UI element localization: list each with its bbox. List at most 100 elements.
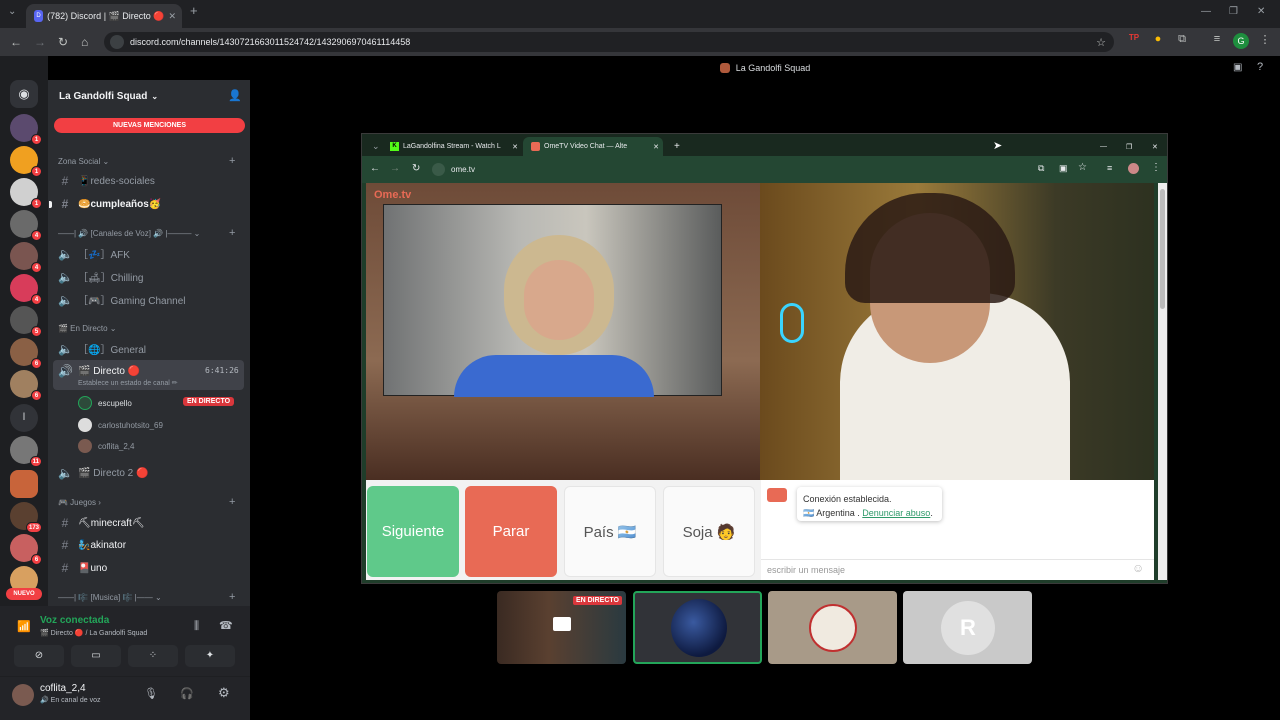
voice-channel-general[interactable]: 🔈 ［🌐］General [58,341,238,357]
signal-icon[interactable]: 📶 [17,620,31,633]
server-icon-1[interactable]: 1 [10,114,42,145]
voice-channel-afk[interactable]: 🔈 ［💤］AFK [58,246,238,262]
camera-off-button[interactable]: ⊘ [14,645,64,667]
noise-suppression-icon[interactable]: ⫼ [194,620,199,633]
stream-tile-carlos[interactable]: R [903,591,1032,664]
server-icon-6[interactable]: 4 [10,274,42,305]
add-channel-icon[interactable]: + [229,227,235,239]
tab-close-icon[interactable]: ✕ [512,143,518,151]
stream-tile-escupello[interactable]: EN DIRECTO [497,591,626,664]
inner-translate-icon[interactable]: ⧉ [1038,163,1044,174]
stream-tile-penguin[interactable] [633,591,762,664]
settings-gear-icon[interactable]: ⚙ [218,685,230,701]
add-channel-icon[interactable]: + [229,496,235,508]
next-button[interactable]: Siguiente [367,486,459,577]
server-icon-11[interactable] [10,470,38,498]
category-games[interactable]: 🎮 Juegos › [58,498,101,507]
stop-button[interactable]: Parar [465,486,557,577]
inner-tab-kick[interactable]: K LaGandolfina Stream - Watch L ✕ [382,137,522,156]
server-icon-2[interactable]: 1 [10,146,42,177]
inner-minimize-icon[interactable]: — [1092,137,1107,156]
inner-menu-icon[interactable]: ⋮ [1151,162,1161,173]
back-icon[interactable]: ← [10,35,22,49]
category-music[interactable]: ——| 🎼 [Musica] 🎼 |—— ⌄ [58,593,162,602]
extension-tp-icon[interactable]: TP [1126,33,1142,49]
emoji-icon[interactable]: ☺ [1132,561,1144,575]
profile-avatar-icon[interactable]: G [1233,33,1249,49]
inner-new-tab-icon[interactable]: + [666,137,680,156]
chat-message-input[interactable]: escribir un mensaje [761,559,1154,579]
home-icon[interactable]: ⌂ [81,35,88,49]
inner-profile-icon[interactable] [1128,163,1139,174]
activities-button[interactable]: ⁘ [128,645,178,667]
disconnect-icon[interactable]: ☎ [219,619,233,632]
invite-people-icon[interactable]: 👤 [228,89,242,102]
voice-channel-gaming[interactable]: 🔈 ［🎮］Gaming Channel [58,292,238,308]
minimize-icon[interactable]: — [1201,6,1211,17]
inner-close-icon[interactable]: ✕ [1144,137,1158,156]
voice-location[interactable]: 🎬 Directo 🔴 / La Gandolfi Squad [40,629,147,637]
voice-user-coflita[interactable]: coflita_2,4 [78,439,134,453]
reload-icon[interactable]: ↻ [58,35,68,49]
report-abuse-link[interactable]: Denunciar abuso [862,508,930,518]
inner-tab-search-icon[interactable]: ⌄ [364,137,380,156]
gender-filter-button[interactable]: Soja 🧑 [663,486,755,577]
server-icon-12[interactable]: 173 [10,502,42,533]
category-social[interactable]: Zona Social ⌄ [58,157,109,166]
inner-media-icon[interactable]: ≡ [1107,163,1112,173]
channel-uno[interactable]: # 🎴uno [58,561,238,575]
add-channel-icon[interactable]: + [229,155,235,167]
server-icon-3[interactable]: 1 [10,178,42,209]
microphone-icon[interactable]: 🎙 [144,687,158,700]
scroll-thumb[interactable] [1160,189,1165,309]
inner-site-info-icon[interactable] [432,163,445,176]
bookmark-star-icon[interactable]: ☆ [1096,36,1106,49]
inner-forward-icon[interactable]: → [390,163,400,174]
new-mentions-pill[interactable]: NUEVAS MENCIONES [54,118,245,133]
extension-moon-icon[interactable]: ● [1150,33,1166,49]
inner-scrollbar[interactable] [1158,183,1167,580]
inner-restore-icon[interactable]: ❐ [1118,137,1132,156]
address-bar[interactable]: discord.com/channels/1430721663011524742… [104,32,1114,52]
media-control-icon[interactable]: ≡ [1209,33,1225,49]
inner-reload-icon[interactable]: ↻ [412,163,420,174]
headphones-icon[interactable]: 🎧 [180,687,194,700]
site-info-icon[interactable] [110,35,124,49]
channel-cumpleanos[interactable]: # 🥯cumpleaños🥳 [58,197,238,211]
share-screen-button[interactable]: ▭ [71,645,121,667]
category-voice[interactable]: ——| 🔊 [Canales de Voz] 🔊 |——— ⌄ [58,229,200,238]
server-icon-7[interactable]: 5 [10,306,42,337]
help-icon[interactable]: ? [1257,61,1263,73]
country-filter-button[interactable]: País 🇦🇷 [564,486,656,577]
server-icon-letter[interactable]: l [10,404,38,432]
discord-home-icon[interactable]: ◉ [10,80,38,108]
browser-tab-discord[interactable]: D (782) Discord | 🎬 Directo 🔴 ✕ [26,4,182,28]
inner-screenshot-icon[interactable]: ▣ [1059,163,1068,174]
browser-menu-icon[interactable]: ⋮ [1257,33,1273,49]
voice-user-carlos[interactable]: carlostuhotsito_69 [78,418,163,432]
user-avatar[interactable] [12,684,34,706]
inner-tab-ometv[interactable]: OmeTV Video Chat — Alte ✕ [523,137,663,156]
category-live[interactable]: 🎬 En Directo ⌄ [58,324,116,333]
server-icon-8[interactable]: 6 [10,338,42,369]
tab-search-icon[interactable]: ⌄ [8,6,16,17]
inbox-icon[interactable]: ▣ [1233,62,1242,73]
new-tab-button[interactable]: + [190,3,198,18]
server-icon-13[interactable]: 6 [10,534,42,565]
add-channel-icon[interactable]: + [229,591,235,603]
soundboard-button[interactable]: ✦ [185,645,235,667]
forward-icon[interactable]: → [34,35,46,49]
channel-redes-sociales[interactable]: # 📱redes-sociales [58,174,238,188]
server-icon-5[interactable]: 4 [10,242,42,273]
tab-close-icon[interactable]: ✕ [653,143,659,151]
restore-icon[interactable]: ❐ [1229,6,1238,17]
tab-close-icon[interactable]: ✕ [168,11,176,22]
server-icon-9[interactable]: 6 [10,370,42,401]
channel-minecraft[interactable]: # ⛏minecraft⛏ [58,516,238,530]
server-icon-10[interactable]: 11 [10,436,42,467]
extensions-puzzle-icon[interactable]: ⧉ [1174,33,1190,49]
voice-channel-directo-2[interactable]: 🔈 🎬 Directo 2 🔴 [58,466,238,480]
server-name-header[interactable]: La Gandolfi Squad ⌄ [48,84,250,108]
voice-user-escupello[interactable]: escupello [78,396,132,410]
server-icon-4[interactable]: 4 [10,210,42,241]
